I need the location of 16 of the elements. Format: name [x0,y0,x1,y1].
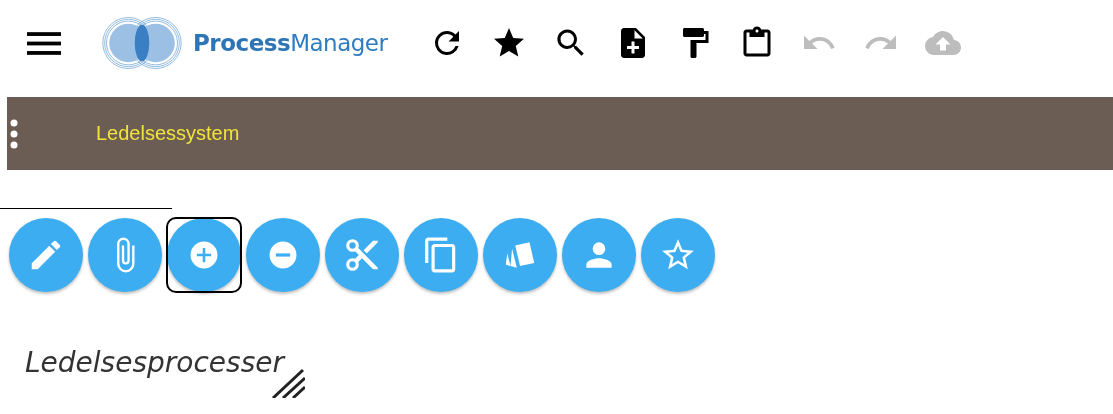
add-button[interactable] [167,218,241,292]
remove-button[interactable] [246,218,320,292]
app-name: ProcessManager [193,30,388,56]
edit-button[interactable] [9,218,83,292]
more-vertical-icon[interactable] [10,118,18,149]
person-button[interactable] [562,218,636,292]
cards-button[interactable] [483,218,557,292]
title-bar-title: Ledelsessystem [96,122,240,145]
menu-icon[interactable] [27,31,61,55]
scissors-icon [343,236,381,274]
section-heading: Ledelsesprocesser [25,346,284,380]
cut-button[interactable] [325,218,399,292]
logo-icon [101,15,183,71]
favorite-button[interactable] [641,218,715,292]
copy-button[interactable] [404,218,478,292]
attach-button[interactable] [88,218,162,292]
